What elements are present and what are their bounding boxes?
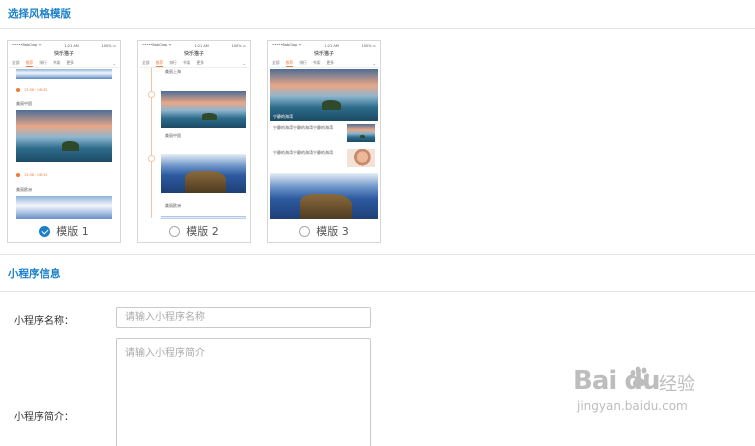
- template-option-3[interactable]: 模版 3: [268, 220, 380, 242]
- divider: [0, 28, 755, 29]
- template-card-3[interactable]: •••••BabCtop ᯤ 1:21 AM 100% ▭ 快乐猫子 全部 推荐…: [267, 40, 381, 243]
- preview-tabs: 全部 推荐 排行 书架 更多 ⌄: [9, 59, 119, 68]
- preview-image: [16, 110, 112, 162]
- preview-image: [161, 154, 246, 193]
- paw-icon: [630, 366, 649, 387]
- timeline-time: 13:58 · 08:32: [24, 88, 48, 92]
- preview-tab-active: 推荐: [25, 59, 34, 67]
- preview-overlay: 宁静的海湾: [273, 114, 293, 119]
- preview-tab-active: 推荐: [155, 59, 164, 67]
- timeline-node: [148, 91, 155, 98]
- watermark-cn: 经验: [659, 374, 695, 395]
- preview-caption: 宁静的海湾宁静的海湾宁静的海湾: [273, 125, 333, 130]
- divider: [0, 254, 755, 255]
- intro-textarea[interactable]: [116, 338, 371, 446]
- timeline-time: 13:58 · 08:32: [24, 173, 48, 177]
- status-carrier: •••••BabCtop ᯤ: [12, 43, 42, 47]
- preview-tabs: 全部 推荐 排行 书架 更多 ⌄: [139, 59, 249, 68]
- preview-caption: 美丽欧洲: [16, 187, 32, 192]
- preview-tab: 排行: [39, 60, 47, 65]
- template-label: 模版 1: [56, 225, 89, 238]
- radio-unchecked-icon[interactable]: [169, 225, 181, 237]
- preview-tab: 书架: [312, 60, 321, 65]
- preview-tab: 更多: [196, 60, 204, 65]
- section-title-info: 小程序信息: [8, 268, 61, 280]
- preview-tab: 排行: [299, 60, 307, 65]
- template-option-1[interactable]: 模版 1: [8, 220, 120, 242]
- status-bar: •••••BabCtop ᯤ 1:21 AM 100% ▭: [269, 42, 379, 49]
- template-preview-3: •••••BabCtop ᯤ 1:21 AM 100% ▭ 快乐猫子 全部 推荐…: [269, 42, 379, 219]
- template-card-2[interactable]: •••••BabCtop ᯤ 1:21 AM 100% ▭ 快乐猫子 全部 推荐…: [137, 40, 251, 243]
- status-battery: 100% ▭: [101, 43, 116, 48]
- template-card-1[interactable]: •••••BabCtop ᯤ 1:21 AM 100% ▭ 快乐猫子 全部 推荐…: [7, 40, 121, 243]
- preview-caption: 美丽中国: [16, 101, 32, 106]
- template-label: 模版 2: [186, 225, 219, 238]
- timeline-dot: [16, 88, 20, 92]
- preview-caption: 美丽上海: [165, 69, 181, 74]
- preview-image: [161, 216, 246, 219]
- status-battery: 100% ▭: [361, 43, 376, 48]
- name-label: 小程序名称：: [14, 316, 74, 327]
- template-label: 模版 3: [316, 225, 349, 238]
- preview-tab: 更多: [66, 60, 74, 65]
- timeline-node: [148, 155, 155, 162]
- status-battery: 100% ▭: [231, 43, 246, 48]
- template-preview-2: •••••BabCtop ᯤ 1:21 AM 100% ▭ 快乐猫子 全部 推荐…: [139, 42, 249, 219]
- template-preview-1: •••••BabCtop ᯤ 1:21 AM 100% ▭ 快乐猫子 全部 推荐…: [9, 42, 119, 219]
- section-title-style: 选择风格模版: [8, 8, 71, 20]
- page: 选择风格模版 •••••BabCtop ᯤ 1:21 AM 100% ▭ 快乐猫…: [0, 0, 755, 446]
- chevron-down-icon: ⌄: [112, 60, 116, 66]
- radio-checked-icon[interactable]: [39, 225, 51, 237]
- preview-tabs: 全部 推荐 排行 书架 更多 ⌄: [269, 59, 379, 68]
- preview-tab: 全部: [272, 60, 280, 65]
- status-carrier: •••••BabCtop ᯤ: [272, 43, 302, 47]
- status-bar: •••••BabCtop ᯤ 1:21 AM 100% ▭: [9, 42, 119, 49]
- preview-caption: 美丽中国: [165, 133, 181, 138]
- name-input[interactable]: [116, 307, 371, 328]
- preview-image: [16, 69, 112, 79]
- preview-image: [347, 149, 375, 167]
- watermark-url: jingyan.baidu.com: [577, 399, 688, 413]
- preview-image: [347, 124, 375, 142]
- preview-tab: 全部: [12, 60, 20, 65]
- preview-tab: 书架: [52, 60, 61, 65]
- timeline-dot: [16, 173, 20, 177]
- status-time: 1:21 AM: [324, 43, 339, 48]
- chevron-down-icon: ⌄: [372, 60, 376, 66]
- status-bar: •••••BabCtop ᯤ 1:21 AM 100% ▭: [139, 42, 249, 49]
- preview-image: [16, 196, 112, 219]
- chevron-down-icon: ⌄: [242, 60, 246, 66]
- app-title: 快乐猫子: [183, 51, 204, 57]
- status-time: 1:21 AM: [194, 43, 209, 48]
- preview-tab: 更多: [326, 60, 334, 65]
- baidu-jingyan-watermark: Bai du 经验 jingyan.baidu.com: [573, 366, 713, 436]
- status-carrier: •••••BabCtop ᯤ: [142, 43, 172, 47]
- preview-image: [161, 91, 246, 128]
- preview-tab: 全部: [142, 60, 150, 65]
- intro-label: 小程序简介：: [14, 412, 74, 423]
- preview-image: [270, 173, 378, 219]
- preview-caption: 美丽欧洲: [165, 203, 181, 208]
- app-title: 快乐猫子: [53, 51, 74, 57]
- app-title: 快乐猫子: [313, 51, 334, 57]
- status-time: 1:21 AM: [64, 43, 79, 48]
- preview-caption: 宁静的海湾宁静的海湾宁静的海湾: [273, 150, 333, 155]
- divider: [0, 291, 755, 292]
- template-option-2[interactable]: 模版 2: [138, 220, 250, 242]
- preview-tab-active: 推荐: [285, 59, 294, 67]
- preview-tab: 书架: [182, 60, 191, 65]
- radio-unchecked-icon[interactable]: [299, 225, 311, 237]
- preview-tab: 排行: [169, 60, 177, 65]
